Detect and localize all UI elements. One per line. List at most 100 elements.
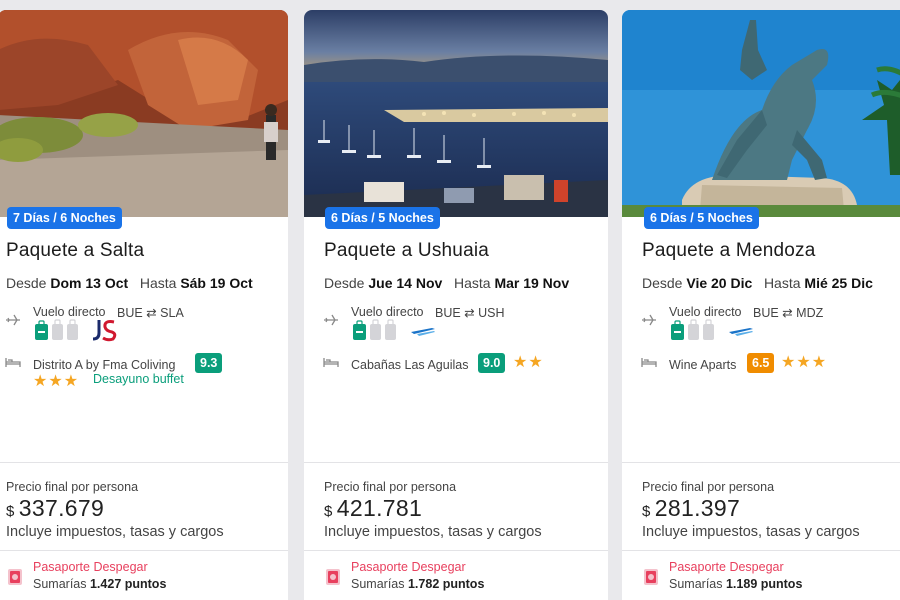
passport-rewards: Pasaporte Despegar Sumarías 1.189 puntos [622, 560, 900, 600]
aerolineas-argentinas-logo-icon [729, 328, 753, 336]
hotel-stars: ★★★ [781, 354, 828, 371]
hotel-stars: ★★★ [33, 373, 80, 390]
package-title[interactable]: Paquete a Ushuaia [324, 240, 608, 266]
round-trip-arrow-icon: ⇄ [146, 306, 157, 320]
points-earned: Sumarías 1.782 puntos [351, 577, 484, 591]
points-prefix: Sumarías [33, 577, 87, 591]
price-label: Precio final por persona [642, 480, 775, 494]
baggage-icons [671, 319, 714, 340]
price-value: 421.781 [336, 495, 423, 521]
bed-icon [323, 358, 339, 367]
ushuaia-harbor-photo[interactable] [304, 10, 608, 217]
flight-type-label: Vuelo directo [351, 305, 424, 319]
divider [622, 550, 900, 551]
points-earned: Sumarías 1.427 puntos [33, 577, 166, 591]
flight-route: BUE ⇄ SLA [117, 305, 184, 320]
divider [304, 462, 608, 463]
bed-icon [5, 358, 21, 367]
hotel-rating-badge: 9.0 [478, 353, 506, 373]
package-card-mendoza[interactable]: 6 Días / 5 Noches Paquete a Mendoza Desd… [622, 10, 900, 600]
price-block: Precio final por persona $ 337.679 Inclu… [0, 480, 288, 540]
plane-icon [324, 314, 338, 326]
hotel-name[interactable]: Distrito A by Fma Coliving [33, 358, 175, 372]
jetsmart-logo-icon [92, 320, 117, 342]
origin-code: BUE [435, 306, 461, 320]
origin-code: BUE [753, 306, 779, 320]
points-prefix: Sumarías [351, 577, 405, 591]
package-card-salta[interactable]: 7 Días / 6 Noches Paquete a Salta Desde … [0, 10, 288, 600]
hotel-rating-badge: 6.5 [747, 353, 775, 373]
passport-title[interactable]: Pasaporte Despegar [33, 560, 148, 574]
hotel-name[interactable]: Cabañas Las Aguilas [351, 358, 468, 372]
taxes-note: Incluye impuestos, tasas y cargos [642, 524, 860, 540]
travel-dates: Desde Dom 13 Oct Hasta Sáb 19 Oct [6, 275, 288, 293]
travel-dates: Desde Jue 14 Nov Hasta Mar 19 Nov [324, 275, 608, 293]
to-date: Mar 19 Nov [494, 275, 570, 291]
aerolineas-argentinas-logo-icon [411, 328, 435, 336]
flight-type-label: Vuelo directo [669, 305, 742, 319]
from-date: Jue 14 Nov [368, 275, 443, 291]
currency-symbol: $ [6, 503, 15, 520]
destination-code: MDZ [796, 306, 824, 320]
price-block: Precio final por persona $ 281.397 Inclu… [622, 480, 900, 540]
divider [0, 550, 288, 551]
round-trip-arrow-icon: ⇄ [464, 306, 475, 320]
from-label: Desde [6, 275, 47, 291]
to-label: Hasta [139, 275, 177, 291]
origin-code: BUE [117, 306, 143, 320]
divider [304, 550, 608, 551]
price-block: Precio final por persona $ 421.781 Inclu… [304, 480, 608, 540]
flight-route: BUE ⇄ USH [435, 305, 505, 320]
divider [0, 462, 288, 463]
to-label: Hasta [453, 275, 491, 291]
price-value: 337.679 [18, 495, 105, 521]
flight-info: Vuelo directo BUE ⇄ MDZ [642, 305, 900, 345]
taxes-note: Incluye impuestos, tasas y cargos [6, 524, 224, 540]
points-prefix: Sumarías [669, 577, 723, 591]
price-label: Precio final por persona [324, 480, 457, 494]
salta-canyon-photo[interactable] [0, 10, 288, 217]
baggage-icons [35, 319, 78, 340]
round-trip-arrow-icon: ⇄ [782, 306, 793, 320]
flight-info: Vuelo directo BUE ⇄ SLA [6, 305, 288, 345]
currency-symbol: $ [642, 503, 651, 520]
flight-type-label: Vuelo directo [33, 305, 106, 319]
package-card-ushuaia[interactable]: 6 Días / 5 Noches Paquete a Ushuaia Desd… [304, 10, 608, 600]
duration-badge: 7 Días / 6 Noches [7, 207, 122, 229]
passport-rewards: Pasaporte Despegar Sumarías 1.782 puntos [304, 560, 608, 600]
hotel-stars: ★★ [513, 354, 544, 371]
points-value: 1.427 puntos [89, 577, 167, 591]
baggage-icons [353, 319, 396, 340]
mendoza-monument-photo[interactable] [622, 10, 900, 217]
flight-route: BUE ⇄ MDZ [753, 305, 823, 320]
points-earned: Sumarías 1.189 puntos [669, 577, 802, 591]
currency-symbol: $ [324, 503, 333, 520]
taxes-note: Incluye impuestos, tasas y cargos [324, 524, 542, 540]
hotel-info: Distrito A by Fma Coliving 9.3 ★★★ Desay… [5, 353, 288, 397]
destination-code: USH [478, 306, 505, 320]
points-value: 1.189 puntos [725, 577, 803, 591]
package-title[interactable]: Paquete a Mendoza [642, 240, 900, 266]
passport-rewards: Pasaporte Despegar Sumarías 1.427 puntos [0, 560, 288, 600]
passport-title[interactable]: Pasaporte Despegar [351, 560, 466, 574]
package-title[interactable]: Paquete a Salta [6, 240, 288, 266]
hotel-info: Wine Aparts 6.5 ★★★ [641, 353, 900, 397]
to-label: Hasta [763, 275, 801, 291]
divider [622, 462, 900, 463]
to-date: Sáb 19 Oct [180, 275, 253, 291]
plane-icon [642, 314, 656, 326]
flight-info: Vuelo directo BUE ⇄ USH [324, 305, 608, 345]
amenity-label: Desayuno buffet [93, 372, 184, 386]
price-label: Precio final por persona [6, 480, 139, 494]
travel-dates: Desde Vie 20 Dic Hasta Mié 25 Dic [642, 275, 900, 293]
passport-icon [8, 569, 22, 585]
points-value: 1.782 puntos [407, 577, 485, 591]
plane-icon [6, 314, 20, 326]
passport-icon [326, 569, 340, 585]
destination-code: SLA [160, 306, 184, 320]
to-date: Mié 25 Dic [804, 275, 873, 291]
hotel-name[interactable]: Wine Aparts [669, 358, 736, 372]
passport-title[interactable]: Pasaporte Despegar [669, 560, 784, 574]
hotel-info: Cabañas Las Aguilas 9.0 ★★ [323, 353, 608, 397]
from-label: Desde [642, 275, 683, 291]
